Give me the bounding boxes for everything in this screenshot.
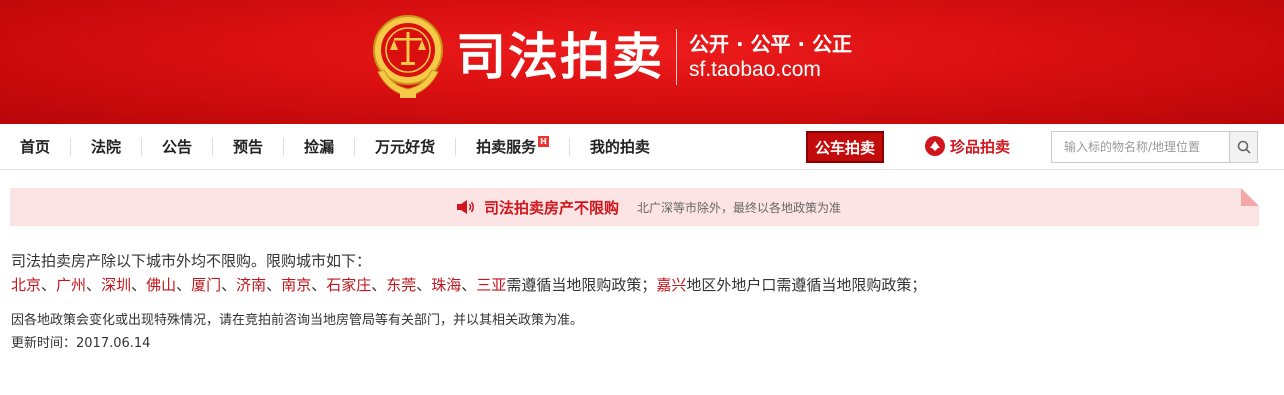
city-name: 东莞 [386,276,417,294]
nav-item-bargain[interactable]: 捡漏 [284,136,354,158]
cities-policy-text: 需遵循当地限购政策； [506,276,657,294]
city-name: 广州 [56,276,87,294]
speaker-icon [456,200,474,214]
city-name: 北京 [11,276,42,294]
nav-item-my-auction[interactable]: 我的拍卖 [570,136,670,158]
nav-item-goods[interactable]: 万元好货 [355,136,455,158]
city-name: 南京 [281,276,312,294]
nav-item-auction-service[interactable]: 拍卖服务 H [456,135,569,158]
gem-auction-label: 珍品拍卖 [950,137,1011,156]
city-name: 石家庄 [326,276,372,294]
notice-title: 司法拍卖房产不限购 [483,198,619,217]
search-input[interactable] [1052,132,1229,162]
search-box [1051,131,1258,163]
site-logo[interactable]: 司法拍卖 公开 · 公平 · 公正 sf.taobao.com [368,12,852,102]
city-separator: 、 [176,276,192,294]
nav-item-court[interactable]: 法院 [71,136,141,158]
city-name: 佛山 [146,276,177,294]
city-separator: 、 [461,276,477,294]
nav-item-preview[interactable]: 预告 [213,136,283,158]
notice-content: 司法拍卖房产不限购 北广深等市除外，最终以各地政策为准 [456,197,841,218]
city-separator: 、 [416,276,432,294]
city-separator: 、 [266,276,282,294]
city-separator: 、 [371,276,387,294]
notice-subtitle: 北广深等市除外，最终以各地政策为准 [637,200,842,215]
policy-content: 司法拍卖房产除以下城市外均不限购。限购城市如下： 北京、广州、深圳、佛山、厦门、… [11,249,1271,355]
car-auction-button[interactable]: 公车拍卖 [806,131,884,163]
gem-auction-icon [925,136,945,156]
notice-corner-fold [1241,188,1259,206]
city-name: 珠海 [431,276,462,294]
main-nav: 首页 法院 公告 预告 捡漏 万元好货 拍卖服务 H 我的拍卖 公车拍卖 珍品拍卖 [0,124,1284,170]
nav-item-auction-service-label: 拍卖服务 [476,137,537,156]
header-banner: 司法拍卖 公开 · 公平 · 公正 sf.taobao.com [0,0,1284,124]
special-city: 嘉兴 [656,276,687,294]
city-separator: 、 [41,276,57,294]
brand-domain: sf.taobao.com [689,58,821,81]
city-separator: 、 [131,276,147,294]
policy-cities-line: 北京、广州、深圳、佛山、厦门、济南、南京、石家庄、东莞、珠海、三亚需遵循当地限购… [11,273,1271,297]
city-separator: 、 [311,276,327,294]
notice-bar: 司法拍卖房产不限购 北广深等市除外，最终以各地政策为准 [10,188,1259,226]
special-city-policy: 地区外地户口需遵循当地限购政策； [686,276,927,294]
gem-auction-link[interactable]: 珍品拍卖 [924,135,1010,157]
city-separator: 、 [221,276,237,294]
brand-title: 司法拍卖 [456,28,664,86]
city-name: 厦门 [191,276,222,294]
policy-note: 因各地政策会变化或出现特殊情况，请在竞拍前咨询当地房管局等有关部门，并以其相关政… [11,309,1271,355]
restricted-city-list: 北京、广州、深圳、佛山、厦门、济南、南京、石家庄、东莞、珠海、三亚 [11,276,506,294]
court-emblem-icon [373,15,443,98]
nav-item-home[interactable]: 首页 [0,136,70,158]
search-icon [1237,140,1251,154]
city-name: 三亚 [476,276,507,294]
update-time: 更新时间：2017.06.14 [11,336,151,351]
brand-slogan: 公开 · 公平 · 公正 [689,32,853,56]
brand-divider [676,29,677,85]
city-separator: 、 [86,276,102,294]
hot-badge: H [538,135,549,147]
brand-tagline: 公开 · 公平 · 公正 sf.taobao.com [689,31,852,83]
city-name: 深圳 [101,276,132,294]
policy-note-text: 因各地政策会变化或出现特殊情况，请在竞拍前咨询当地房管局等有关部门，并以其相关政… [11,313,584,328]
policy-intro: 司法拍卖房产除以下城市外均不限购。限购城市如下： [11,252,372,270]
city-name: 济南 [236,276,267,294]
search-button[interactable] [1229,132,1257,162]
nav-item-announcement[interactable]: 公告 [142,136,212,158]
